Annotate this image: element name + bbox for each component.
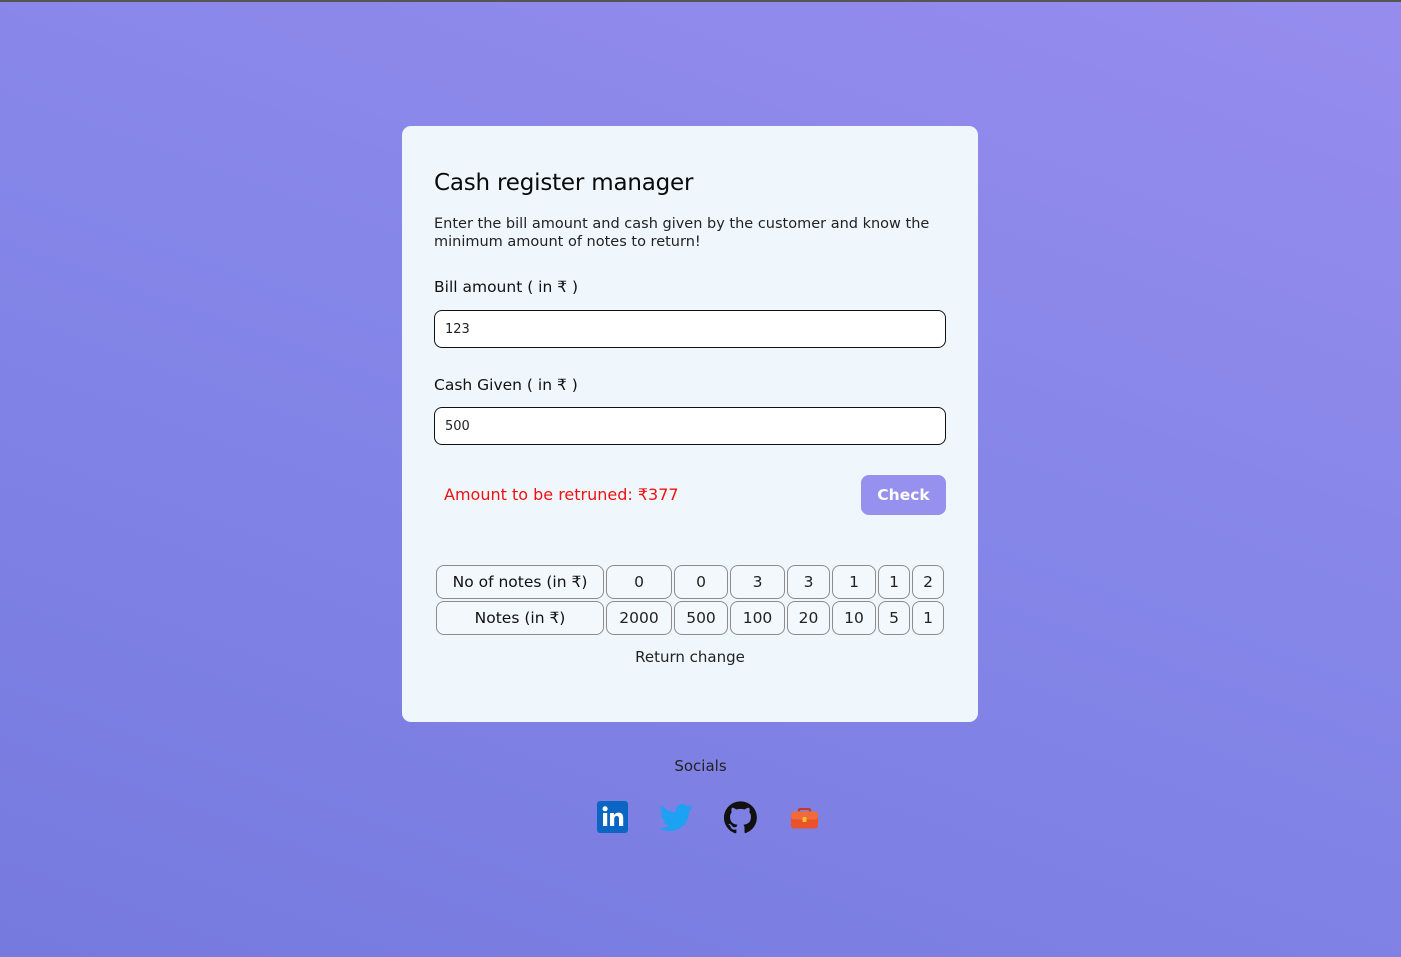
twitter-icon — [659, 804, 693, 832]
socials-heading: Socials — [674, 757, 727, 775]
linkedin-link[interactable] — [596, 800, 629, 834]
app-description: Enter the bill amount and cash given by … — [434, 216, 930, 250]
note-denomination-cell: 2000 — [606, 601, 672, 635]
github-icon — [724, 801, 757, 834]
note-count-cell: 3 — [730, 565, 785, 599]
note-denomination-cell: 5 — [878, 601, 910, 635]
return-amount-message: Amount to be retruned: ₹377 — [444, 485, 679, 504]
note-count-cell: 0 — [606, 565, 672, 599]
note-denomination-cell: 100 — [730, 601, 785, 635]
portfolio-link[interactable] — [788, 800, 821, 834]
note-count-header: No of notes (in ₹) — [436, 565, 604, 599]
portfolio-briefcase-icon — [791, 808, 818, 829]
notes-header: Notes (in ₹) — [436, 601, 604, 635]
note-count-cell: 2 — [912, 565, 944, 599]
cash-given-label: Cash Given ( in ₹ ) — [434, 376, 578, 394]
note-count-cell: 1 — [878, 565, 910, 599]
note-denomination-row: Notes (in ₹) 2000 500 100 20 10 5 1 — [436, 601, 944, 635]
note-denomination-cell: 20 — [787, 601, 830, 635]
note-denomination-cell: 500 — [674, 601, 728, 635]
cash-given-input[interactable] — [434, 407, 946, 445]
bill-amount-label: Bill amount ( in ₹ ) — [434, 278, 579, 296]
window-top-border — [0, 0, 1401, 2]
note-count-cell: 1 — [832, 565, 876, 599]
linkedin-icon — [597, 801, 628, 833]
cash-register-card: Cash register manager Enter the bill amo… — [402, 126, 978, 722]
note-count-row: No of notes (in ₹) 0 0 3 3 1 1 2 — [436, 565, 944, 599]
note-count-cell: 0 — [674, 565, 728, 599]
note-denomination-cell: 1 — [912, 601, 944, 635]
social-links — [596, 800, 821, 834]
twitter-link[interactable] — [659, 800, 693, 834]
return-change-table: No of notes (in ₹) 0 0 3 3 1 1 2 Notes (… — [434, 563, 946, 637]
table-caption: Return change — [635, 648, 745, 666]
note-denomination-cell: 10 — [832, 601, 876, 635]
github-link[interactable] — [724, 800, 757, 834]
bill-amount-input[interactable] — [434, 310, 946, 348]
check-button[interactable]: Check — [861, 475, 946, 515]
note-count-cell: 3 — [787, 565, 830, 599]
page-title: Cash register manager — [434, 170, 694, 196]
